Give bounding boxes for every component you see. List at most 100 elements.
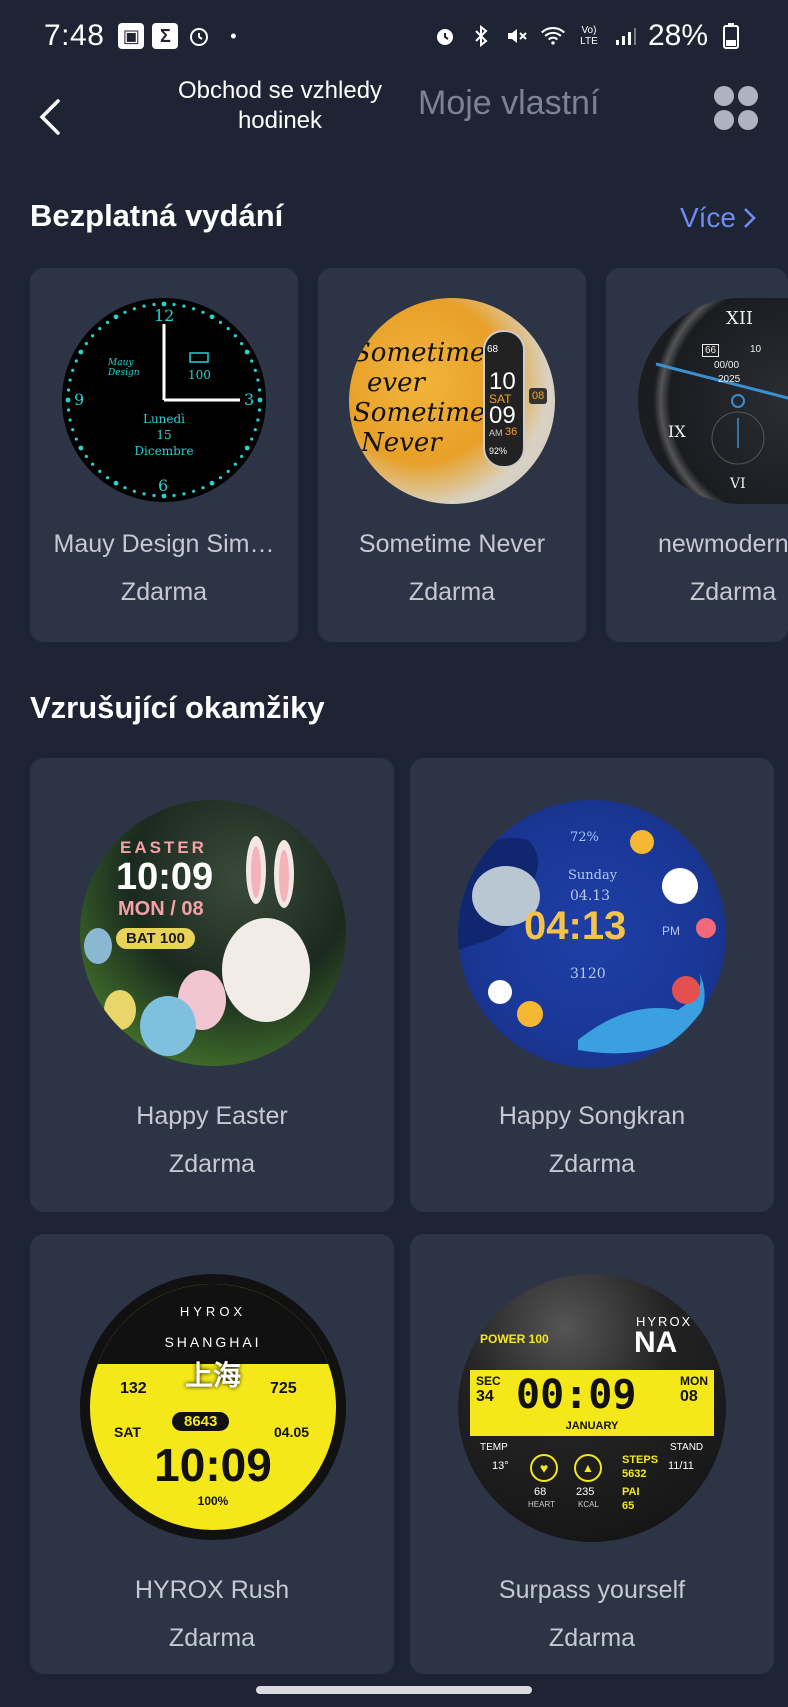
face-day: Lunedì bbox=[142, 412, 186, 426]
watchface-name: Mauy Design Sim… bbox=[53, 530, 275, 558]
watchface-name: newmodern bbox=[658, 530, 788, 558]
watchface-card-newmodern[interactable]: XII 66 10 00/00 2025 IX VI newmodern Zda… bbox=[606, 268, 788, 642]
minute-dot bbox=[218, 476, 223, 480]
minute-dot bbox=[91, 334, 95, 338]
minute-dot bbox=[68, 378, 72, 382]
battery-percent: 28% bbox=[647, 19, 708, 52]
face-battery: 100% bbox=[197, 1494, 229, 1508]
minute-dot bbox=[233, 462, 237, 466]
back-button[interactable] bbox=[22, 82, 78, 152]
watchface-price: Zdarma bbox=[120, 578, 208, 606]
tab-watchface-store[interactable]: Obchod se vzhledy hodinek bbox=[160, 72, 400, 136]
watchface-card-happy-easter[interactable]: EASTER 10:09 MON / 08 BAT 100 Happy East… bbox=[30, 758, 394, 1212]
top-header: Obchod se vzhledy hodinek Moje vlastní bbox=[0, 72, 788, 202]
watchface-preview: HYROX SHANGHAI 上海 132 725 8643 SAT 04.05… bbox=[80, 1274, 346, 1540]
watchface-preview: XII 66 10 00/00 2025 IX VI bbox=[638, 298, 788, 504]
watchface-card-sometime-never[interactable]: Sometime ever Sometime Never 68 10 SAT 0… bbox=[318, 268, 586, 642]
watchface-price: Zdarma bbox=[168, 1624, 256, 1652]
minute-dot bbox=[209, 480, 215, 486]
dot-icon: • bbox=[230, 25, 237, 46]
watchface-card-happy-songkran[interactable]: 72% Sunday 04.13 04:13 PM 3120 Happy Son… bbox=[410, 758, 774, 1212]
volte-icon: Vo) LTE bbox=[580, 25, 598, 47]
minute-dot bbox=[84, 341, 88, 346]
minute-dot bbox=[226, 327, 230, 331]
minute-dot bbox=[218, 320, 223, 324]
face-numeral-3: 3 bbox=[244, 390, 255, 409]
face-power: POWER 100 bbox=[480, 1332, 549, 1346]
minute-dot bbox=[113, 314, 119, 320]
watchface-price: Zdarma bbox=[548, 1150, 636, 1178]
face-stand: 11/11 bbox=[668, 1460, 694, 1472]
face-kcal: 235 bbox=[576, 1486, 595, 1498]
face-time: 10:09 bbox=[116, 856, 214, 898]
minute-dot bbox=[201, 310, 205, 314]
face-numeral-6: VI bbox=[730, 476, 746, 492]
sigma-app-icon: Σ bbox=[152, 23, 179, 49]
minute-dot bbox=[98, 469, 102, 473]
watchface-preview: POWER 100 HYROX NA SEC 34 00:09 MON 08 J… bbox=[458, 1274, 726, 1542]
minute-dot bbox=[172, 493, 176, 498]
minute-dot bbox=[257, 397, 263, 403]
face-numeral-6: 6 bbox=[158, 476, 169, 495]
minute-dot bbox=[256, 378, 260, 382]
minute-dot bbox=[226, 469, 230, 473]
minute-dot bbox=[257, 388, 262, 392]
minute-dot bbox=[65, 397, 71, 403]
minute-dot bbox=[192, 489, 196, 493]
face-battery: 92% bbox=[489, 446, 508, 456]
watchface-price: Zdarma bbox=[548, 1624, 636, 1652]
minute-dot bbox=[91, 462, 95, 466]
face-pai-label: PAI bbox=[622, 1486, 640, 1498]
minute-dot bbox=[142, 304, 146, 308]
face-month: Dicembre bbox=[134, 444, 194, 458]
minute-dot bbox=[98, 327, 102, 331]
minute-dot bbox=[132, 489, 136, 493]
home-indicator[interactable] bbox=[256, 1686, 532, 1694]
face-sec-label: SEC bbox=[476, 1374, 501, 1388]
face-na: NA bbox=[634, 1326, 678, 1359]
flame-icon: ▲ bbox=[574, 1454, 602, 1482]
face-text-3: Sometime bbox=[353, 398, 486, 428]
watchface-name: Happy Easter bbox=[136, 1102, 288, 1130]
tab-my-custom[interactable]: Moje vlastní bbox=[418, 84, 599, 123]
watchface-preview: 72% Sunday 04.13 04:13 PM 3120 bbox=[458, 800, 726, 1068]
watchface-card-mauy[interactable]: 12 3 6 9 Mauy Design 100 Lunedì 15 Dicem… bbox=[30, 268, 298, 642]
minute-dot bbox=[78, 349, 84, 355]
face-percent: 72% bbox=[570, 830, 599, 845]
minute-dot bbox=[123, 486, 127, 490]
face-numeral-12: 12 bbox=[154, 306, 175, 325]
face-box-1: 66 bbox=[702, 344, 720, 357]
face-pai: 65 bbox=[622, 1500, 635, 1512]
face-seconds: 36 bbox=[505, 426, 518, 438]
watchface-card-hyrox-rush[interactable]: HYROX SHANGHAI 上海 132 725 8643 SAT 04.05… bbox=[30, 1234, 394, 1674]
more-link[interactable]: Více bbox=[680, 202, 758, 234]
watchface-name: Sometime Never bbox=[358, 530, 546, 558]
face-line: 00/00 bbox=[714, 360, 740, 371]
face-text-4: Never bbox=[361, 428, 442, 458]
watchface-name: Happy Songkran bbox=[498, 1102, 686, 1130]
signal-icon bbox=[612, 23, 638, 49]
watchface-preview: 12 3 6 9 Mauy Design 100 Lunedì 15 Dicem… bbox=[62, 298, 266, 502]
face-numeral-9: 9 bbox=[74, 390, 85, 409]
face-text-1: Sometime bbox=[353, 338, 486, 368]
minute-dot bbox=[253, 368, 257, 372]
face-date: MON / 08 bbox=[118, 898, 204, 920]
watchface-card-surpass-yourself[interactable]: POWER 100 HYROX NA SEC 34 00:09 MON 08 J… bbox=[410, 1234, 774, 1674]
system-icons: Vo) LTE 28% bbox=[432, 19, 744, 53]
grid-menu-icon[interactable] bbox=[714, 86, 758, 130]
face-text-2: ever bbox=[367, 368, 425, 398]
face-brand: HYROX bbox=[179, 1304, 247, 1319]
status-bar: 7:48 ▣ Σ • Vo) LTE 28% bbox=[0, 0, 788, 72]
face-left-value: 132 bbox=[120, 1380, 147, 1397]
minute-dot bbox=[113, 480, 119, 486]
face-weekday: Sunday bbox=[568, 868, 618, 883]
face-label: EASTER bbox=[120, 838, 207, 857]
notification-icons: ▣ Σ • bbox=[118, 23, 246, 49]
face-ampm: PM bbox=[662, 924, 680, 938]
face-stand-label: STAND bbox=[670, 1442, 704, 1453]
minute-dot bbox=[250, 359, 254, 363]
face-date: 15 bbox=[156, 428, 172, 442]
face-heart-rate: 68 bbox=[487, 344, 499, 355]
minute-dot bbox=[132, 307, 136, 311]
face-time: 10:09 bbox=[154, 1439, 272, 1491]
